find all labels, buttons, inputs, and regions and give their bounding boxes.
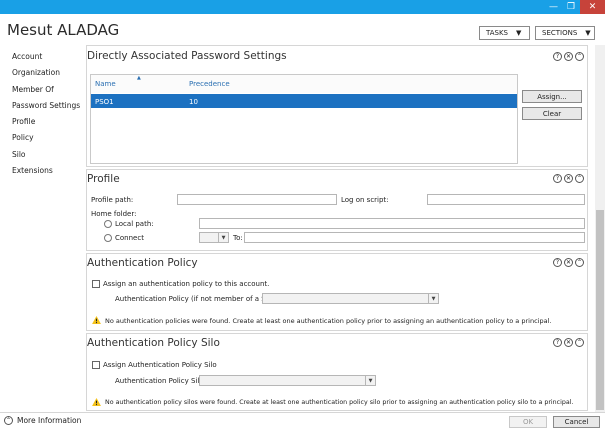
collapse-icon[interactable]: ⌃ [575, 338, 584, 347]
collapse-icon[interactable]: ⌃ [575, 52, 584, 61]
logon-script-label: Log on script: [341, 196, 389, 204]
nav-item-organization[interactable]: Organization [12, 68, 60, 77]
home-folder-label: Home folder: [91, 210, 137, 218]
profile-controls: ? ✕ ⌃ [553, 174, 584, 183]
column-header-name[interactable]: Name [95, 80, 116, 88]
sort-asc-icon: ▲ [137, 75, 141, 81]
drive-letter-select[interactable]: ▼ [199, 232, 229, 243]
tasks-button[interactable]: TASKS ▼ [479, 26, 530, 40]
close-window-button[interactable]: ✕ [580, 0, 605, 14]
window-title-bar: — ❐ ✕ [0, 0, 605, 14]
chevron-down-icon: ▼ [428, 294, 438, 303]
password-settings-title: Directly Associated Password Settings [87, 50, 287, 62]
header: Mesut ALADAG TASKS ▼ SECTIONS ▼ [0, 14, 605, 42]
password-settings-controls: ? ✕ ⌃ [553, 52, 584, 61]
column-header-precedence[interactable]: Precedence [189, 80, 230, 88]
connect-radio[interactable] [104, 234, 112, 242]
row-precedence: 10 [189, 98, 198, 106]
page-title: Mesut ALADAG [7, 21, 120, 39]
expand-icon: ⌃ [4, 416, 13, 425]
scrollbar-thumb[interactable] [596, 210, 604, 410]
more-information-label: More Information [17, 416, 82, 425]
help-icon[interactable]: ? [553, 258, 562, 267]
nav-item-profile[interactable]: Profile [12, 117, 35, 126]
authentication-policy-title: Authentication Policy [87, 257, 198, 269]
more-information-toggle[interactable]: ⌃ More Information [4, 416, 81, 425]
grid-header: Name ▲ Precedence [91, 75, 517, 93]
nav-item-silo[interactable]: Silo [12, 150, 26, 159]
nav-item-extensions[interactable]: Extensions [12, 166, 53, 175]
close-icon[interactable]: ✕ [564, 174, 573, 183]
local-path-input[interactable] [199, 218, 585, 229]
close-icon[interactable]: ✕ [564, 338, 573, 347]
help-icon[interactable]: ? [553, 52, 562, 61]
silo-select-label: Authentication Policy Silo: [115, 377, 206, 385]
profile-title: Profile [87, 173, 120, 185]
authentication-silo-title: Authentication Policy Silo [87, 337, 220, 349]
assign-button[interactable]: Assign... [522, 90, 582, 103]
nav-item-account[interactable]: Account [12, 52, 42, 61]
maximize-button[interactable]: ❐ [562, 0, 580, 14]
collapse-icon[interactable]: ⌃ [575, 174, 584, 183]
nav-item-member-of[interactable]: Member Of [12, 85, 54, 94]
authentication-silo-warning: No authentication policy silos were foun… [105, 399, 574, 406]
to-label: To: [233, 234, 243, 242]
authentication-silo-controls: ? ✕ ⌃ [553, 338, 584, 347]
authentication-policy-controls: ? ✕ ⌃ [553, 258, 584, 267]
cancel-button[interactable]: Cancel [553, 416, 600, 428]
sections-button[interactable]: SECTIONS ▼ [535, 26, 595, 40]
local-path-radio[interactable] [104, 220, 112, 228]
chevron-down-icon: ▼ [365, 376, 375, 385]
connect-label: Connect [115, 234, 144, 242]
chevron-down-icon: ▼ [516, 29, 522, 37]
ok-button[interactable]: OK [509, 416, 547, 428]
connect-to-input[interactable] [244, 232, 585, 243]
minimize-button[interactable]: — [545, 0, 562, 14]
row-name: PSO1 [95, 98, 114, 106]
chevron-down-icon: ▼ [585, 29, 591, 37]
help-icon[interactable]: ? [553, 174, 562, 183]
authentication-silo-select[interactable]: ▼ [199, 375, 376, 386]
chevron-down-icon: ▼ [218, 233, 228, 242]
pso-grid: Name ▲ Precedence PSO1 10 [90, 74, 518, 164]
tasks-label: TASKS [486, 29, 508, 37]
assign-policy-checkbox[interactable] [92, 280, 100, 288]
table-row[interactable]: PSO1 10 [91, 94, 517, 108]
warning-icon [92, 316, 101, 324]
warning-icon [92, 398, 101, 406]
help-icon[interactable]: ? [553, 338, 562, 347]
collapse-icon[interactable]: ⌃ [575, 258, 584, 267]
close-icon[interactable]: ✕ [564, 258, 573, 267]
sections-label: SECTIONS [542, 29, 578, 37]
authentication-policy-warning: No authentication policies were found. C… [105, 317, 552, 325]
local-path-label: Local path: [115, 220, 154, 228]
authentication-policy-select[interactable]: ▼ [262, 293, 439, 304]
assign-silo-checkbox[interactable] [92, 361, 100, 369]
profile-path-input[interactable] [177, 194, 337, 205]
vertical-scrollbar[interactable] [595, 45, 605, 415]
close-icon[interactable]: ✕ [564, 52, 573, 61]
assign-policy-label: Assign an authentication policy to this … [103, 280, 270, 288]
policy-select-label: Authentication Policy (if not member of … [115, 295, 280, 303]
clear-button[interactable]: Clear [522, 107, 582, 120]
nav-item-policy[interactable]: Policy [12, 133, 34, 142]
assign-silo-label: Assign Authentication Policy Silo [103, 361, 217, 369]
logon-script-input[interactable] [427, 194, 585, 205]
nav-item-password-settings[interactable]: Password Settings [12, 101, 80, 110]
footer: ⌃ More Information OK Cancel [0, 412, 605, 430]
profile-path-label: Profile path: [91, 196, 134, 204]
